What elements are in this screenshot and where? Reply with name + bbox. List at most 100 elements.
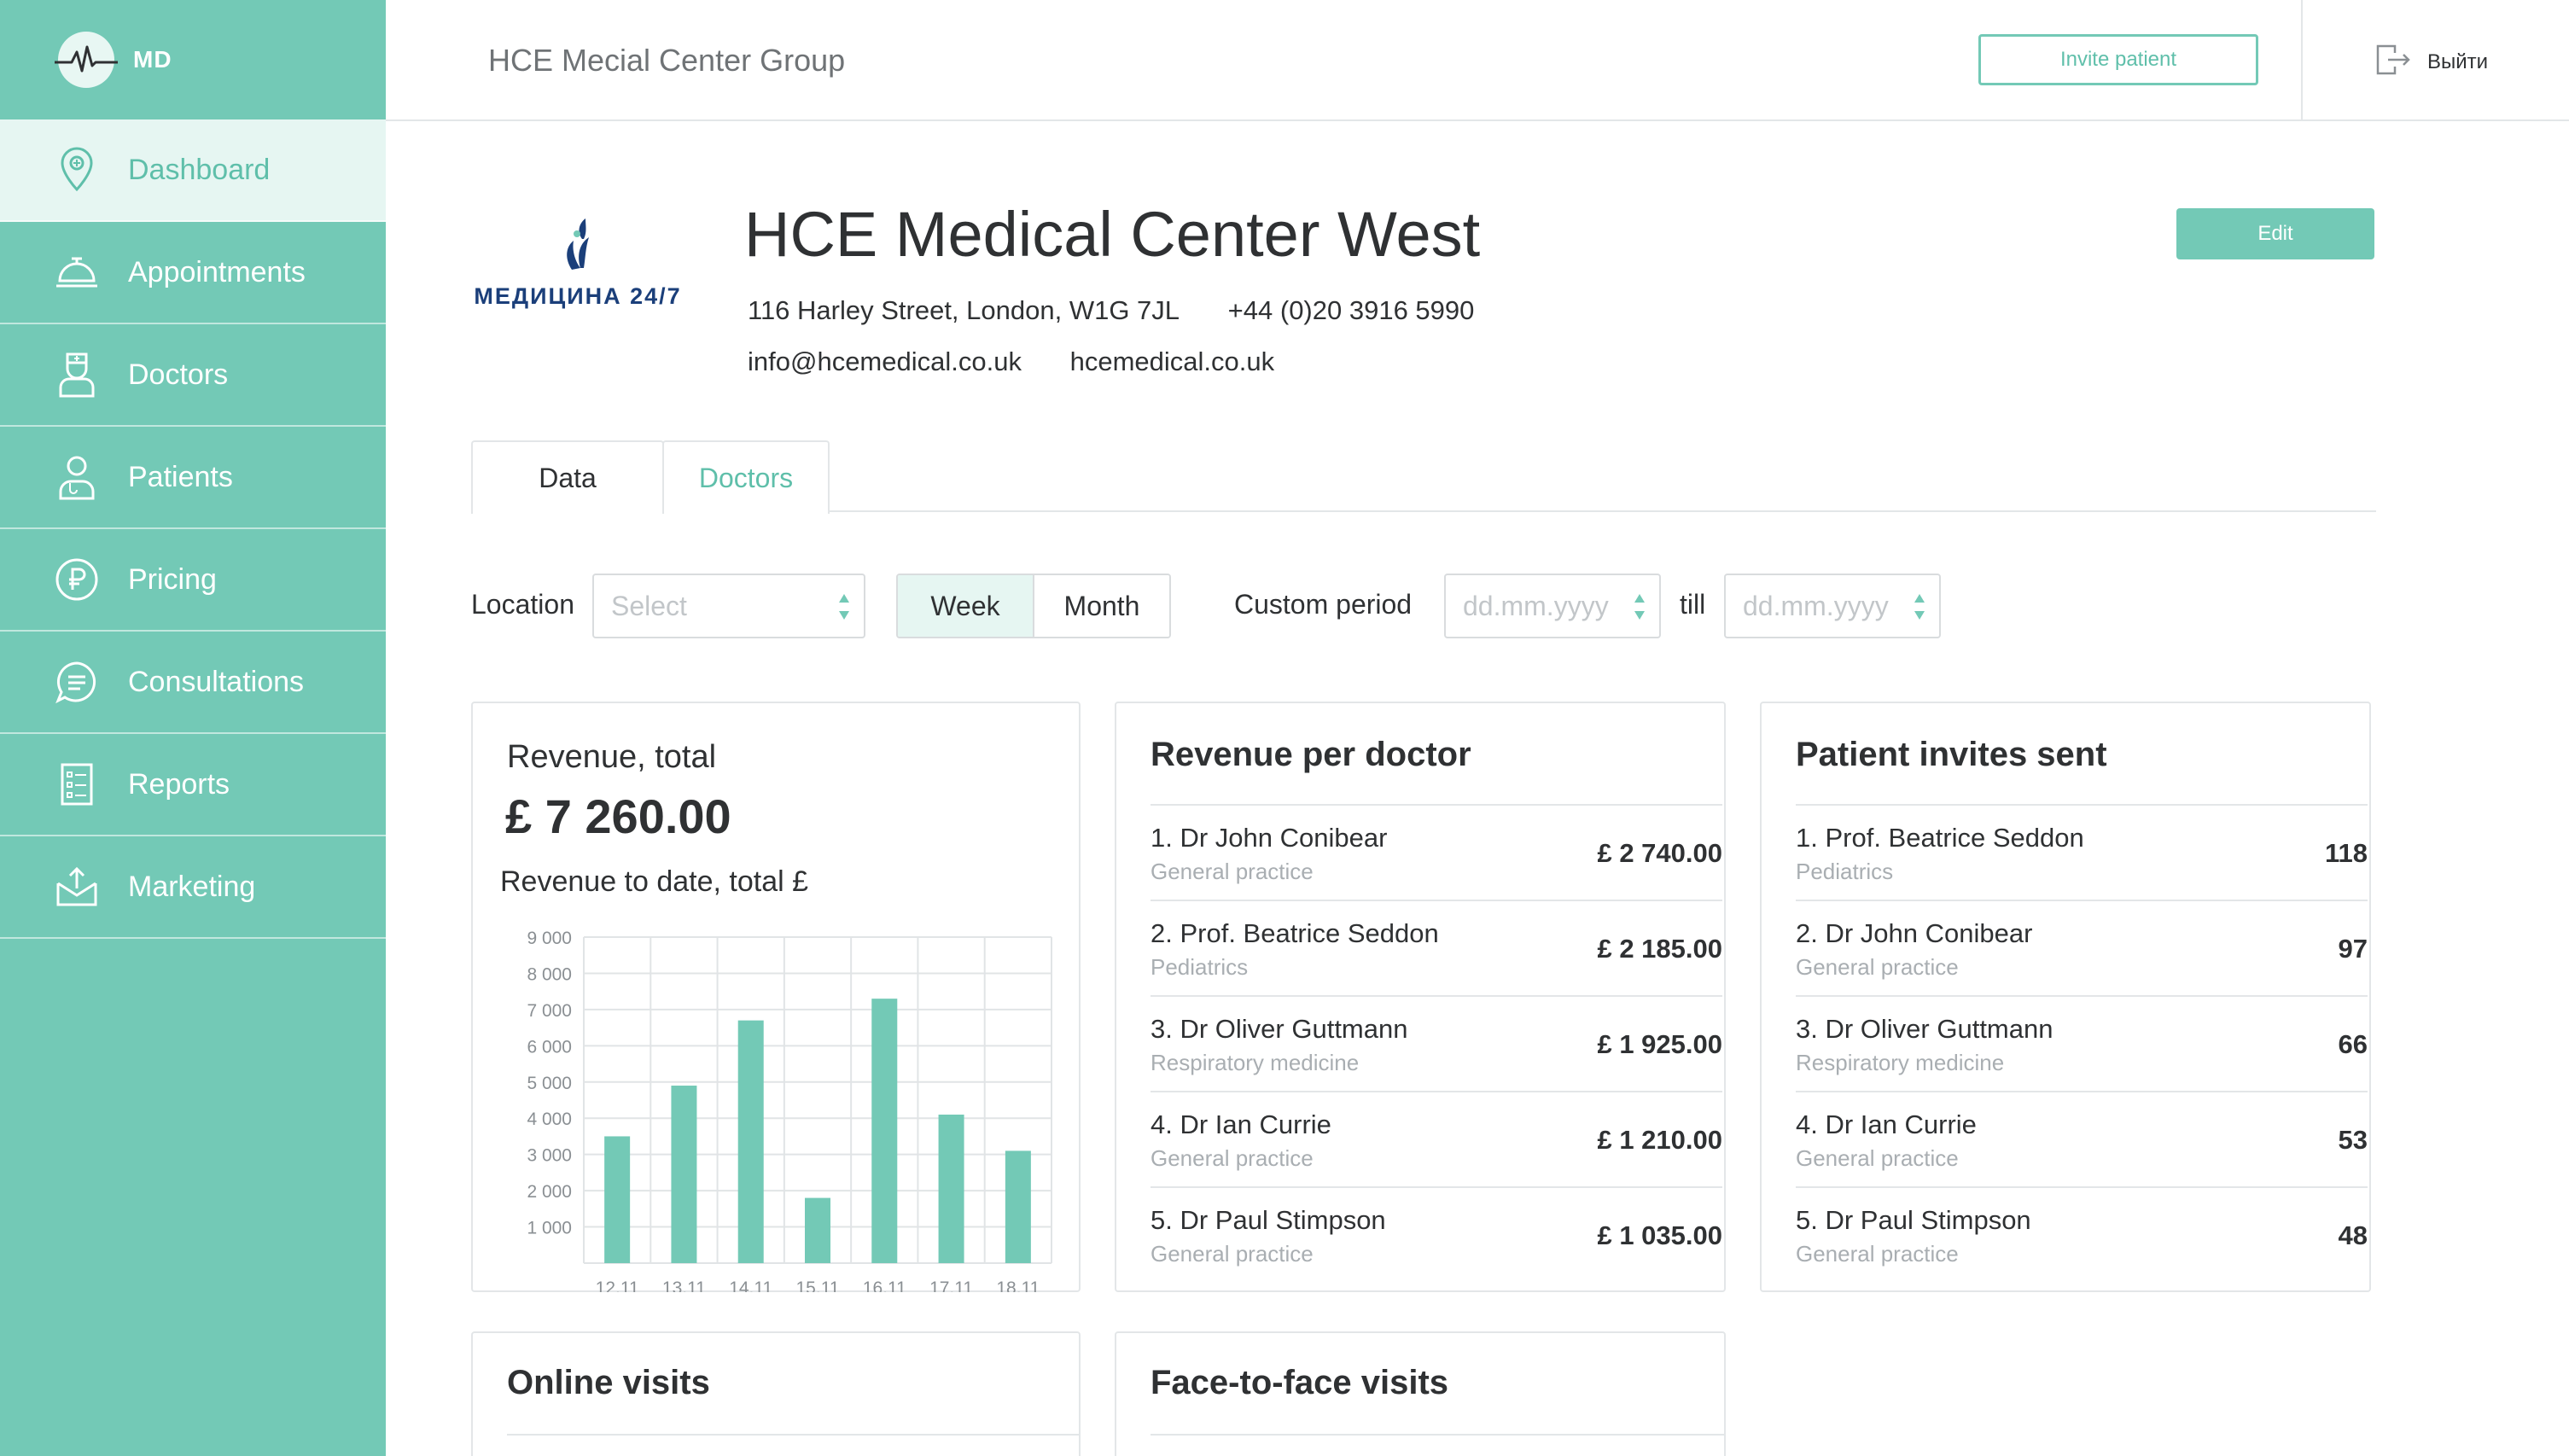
x-tick-label: 16.11: [863, 1278, 906, 1292]
bar: [805, 1197, 830, 1263]
revenue-per-doctor-list: 1. Dr John Conibear General practice £ 2…: [1151, 804, 1722, 1282]
brand[interactable]: MD: [0, 0, 386, 119]
doctor-name: 4. Dr Ian Currie: [1151, 1109, 1331, 1139]
clinic-email[interactable]: info@hcemedical.co.uk: [748, 347, 1022, 376]
bar: [671, 1086, 697, 1263]
online-visits-card: Online visits: [471, 1331, 1081, 1456]
location-select-value: Select: [611, 590, 687, 621]
card-divider: [1151, 1434, 1724, 1436]
x-tick-label: 17.11: [929, 1278, 973, 1292]
doctor-specialty: Respiratory medicine: [1151, 1050, 1360, 1075]
brand-text: MD: [133, 46, 172, 73]
updown-arrows-icon: [1914, 594, 1925, 620]
x-tick-label: 14.11: [729, 1278, 772, 1292]
doctor-name: 3. Dr Oliver Guttmann: [1796, 1014, 2053, 1044]
doctor-name: 1. Prof. Beatrice Seddon: [1796, 823, 2084, 853]
x-tick-label: 13.11: [662, 1278, 706, 1292]
face-to-face-visits-card: Face-to-face visits: [1115, 1331, 1726, 1456]
invite-patient-button[interactable]: Invite patient: [1978, 34, 2258, 85]
card-title: Online visits: [507, 1364, 710, 1401]
clinic-phone: +44 (0)20 3916 5990: [1227, 295, 1475, 325]
mail-upload-icon: [53, 863, 101, 911]
doctor-icon: [53, 351, 101, 399]
sidebar-item-patients[interactable]: Patients: [0, 427, 386, 529]
invite-count: 118: [2324, 838, 2368, 868]
sidebar-item-label: Pricing: [128, 562, 217, 596]
list-item[interactable]: 4. Dr Ian Currie General practice £ 1 21…: [1151, 1091, 1722, 1186]
week-button[interactable]: Week: [898, 575, 1034, 637]
list-item[interactable]: 2. Prof. Beatrice Seddon Pediatrics £ 2 …: [1151, 900, 1722, 995]
revenue-title: Revenue, total: [507, 739, 717, 775]
doctor-specialty: General practice: [1151, 1145, 1314, 1171]
sidebar-item-pricing[interactable]: Pricing: [0, 529, 386, 632]
clinic-address: 116 Harley Street, London, W1G 7JL: [748, 295, 1180, 325]
invite-count: 66: [2338, 1029, 2368, 1059]
doctor-name: 5. Dr Paul Stimpson: [1151, 1205, 1386, 1235]
invite-count: 53: [2338, 1125, 2368, 1155]
leaf-logo-icon: [567, 218, 589, 270]
location-select[interactable]: Select: [592, 574, 865, 638]
list-item[interactable]: 3. Dr Oliver Guttmann Respiratory medici…: [1151, 995, 1722, 1091]
clinic-logo-text: МЕДИЦИНА 24/7: [474, 283, 682, 309]
bar: [1005, 1150, 1031, 1263]
tabs: Data Doctors: [471, 440, 2376, 514]
bar: [871, 999, 898, 1263]
clinic-website[interactable]: hcemedical.co.uk: [1070, 347, 1275, 376]
revenue-per-doctor-card: Revenue per doctor 1. Dr John Conibear G…: [1115, 702, 1726, 1292]
sidebar-item-label: Marketing: [128, 870, 256, 903]
list-item[interactable]: 3. Dr Oliver Guttmann Respiratory medici…: [1796, 995, 2368, 1091]
date-from-input[interactable]: dd.mm.yyyy: [1444, 574, 1661, 638]
sidebar-item-dashboard[interactable]: Dashboard: [0, 119, 386, 222]
list-item[interactable]: 4. Dr Ian Currie General practice 53: [1796, 1091, 2368, 1186]
report-icon: [53, 760, 101, 808]
doctor-name: 1. Dr John Conibear: [1151, 823, 1388, 853]
sidebar-nav: Dashboard Appointments Doctors Patients …: [0, 119, 386, 939]
doctor-revenue: £ 2 185.00: [1597, 934, 1722, 964]
y-tick-label: 2 000: [527, 1182, 572, 1202]
reception-bell-icon: [53, 248, 101, 296]
sidebar-item-doctors[interactable]: Doctors: [0, 324, 386, 427]
y-tick-label: 5 000: [527, 1074, 572, 1093]
sidebar-item-reports[interactable]: Reports: [0, 734, 386, 836]
doctor-name: 2. Prof. Beatrice Seddon: [1151, 918, 1439, 948]
doctor-name: 2. Dr John Conibear: [1796, 918, 2033, 948]
sidebar-item-appointments[interactable]: Appointments: [0, 222, 386, 324]
tab-data[interactable]: Data: [471, 440, 664, 514]
list-item[interactable]: 2. Dr John Conibear General practice 97: [1796, 900, 2368, 995]
sidebar-item-label: Patients: [128, 460, 233, 493]
logout-icon: [2374, 43, 2412, 81]
sidebar-item-label: Doctors: [128, 358, 229, 391]
chat-icon: [53, 658, 101, 706]
list-item[interactable]: 5. Dr Paul Stimpson General practice 48: [1796, 1186, 2368, 1282]
list-item[interactable]: 1. Dr John Conibear General practice £ 2…: [1151, 804, 1722, 900]
list-item[interactable]: 5. Dr Paul Stimpson General practice £ 1…: [1151, 1186, 1722, 1282]
date-to-input[interactable]: dd.mm.yyyy: [1724, 574, 1941, 638]
doctor-specialty: General practice: [1796, 1241, 1959, 1267]
edit-button[interactable]: Edit: [2176, 208, 2374, 259]
x-tick-label: 18.11: [996, 1278, 1040, 1292]
month-button[interactable]: Month: [1034, 575, 1169, 637]
date-to-placeholder: dd.mm.yyyy: [1743, 590, 1889, 621]
sidebar-item-consultations[interactable]: Consultations: [0, 632, 386, 734]
patient-invites-card: Patient invites sent 1. Prof. Beatrice S…: [1760, 702, 2371, 1292]
card-divider: [507, 1434, 1079, 1436]
sidebar-item-marketing[interactable]: Marketing: [0, 836, 386, 939]
y-tick-label: 1 000: [527, 1219, 572, 1238]
revenue-caption: Revenue to date, total £: [500, 865, 809, 898]
ruble-icon: [53, 556, 101, 603]
tab-doctors[interactable]: Doctors: [662, 440, 830, 514]
logout-button[interactable]: Выйти: [2374, 43, 2488, 81]
period-toggle: Week Month: [896, 574, 1171, 638]
doctor-name: 4. Dr Ian Currie: [1796, 1109, 1977, 1139]
sidebar: MD Dashboard Appointments Doctors Patien…: [0, 0, 386, 1456]
x-tick-label: 15.11: [796, 1278, 840, 1292]
doctor-specialty: Pediatrics: [1151, 954, 1249, 980]
y-tick-label: 7 000: [527, 1001, 572, 1021]
list-item[interactable]: 1. Prof. Beatrice Seddon Pediatrics 118: [1796, 804, 2368, 900]
top-divider: [2301, 0, 2303, 121]
revenue-bar-chart: 9 000 8 000 7 000 6 000 5 000 4 000 3 000 2 000…: [527, 929, 1052, 1292]
x-tick-label: 12.11: [596, 1278, 639, 1292]
doctor-specialty: General practice: [1796, 1145, 1959, 1171]
invite-count: 97: [2338, 934, 2368, 964]
bar: [737, 1020, 764, 1263]
